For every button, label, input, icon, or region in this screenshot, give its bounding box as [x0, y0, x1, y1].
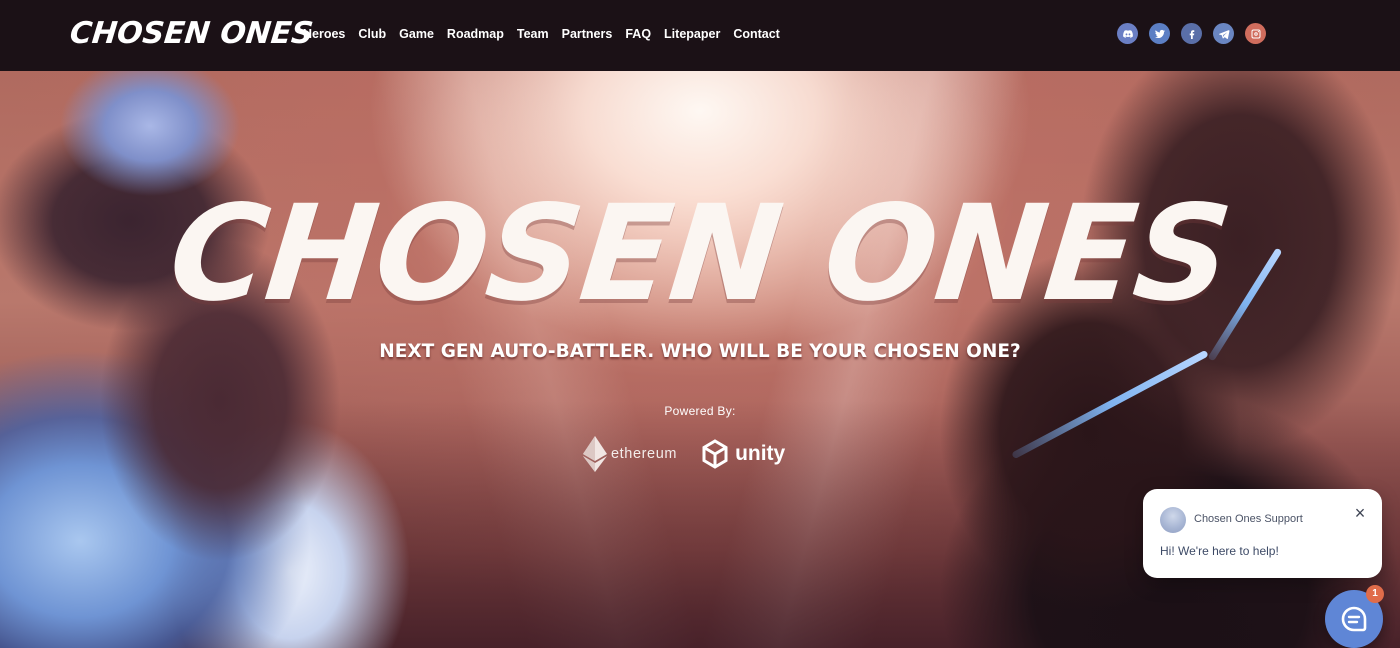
nav-link-partners[interactable]: Partners	[562, 24, 613, 44]
twitter-icon[interactable]	[1149, 23, 1170, 44]
support-avatar	[1160, 507, 1186, 533]
site-logo[interactable]: CHOSEN ONES	[68, 16, 315, 51]
hero-tagline: NEXT GEN AUTO-BATTLER. WHO WILL BE YOUR …	[379, 341, 1021, 362]
hero-title: CHOSEN ONES	[162, 177, 1238, 331]
nav-link-club[interactable]: Club	[358, 24, 386, 44]
powered-by-logos: ethereum unity	[583, 436, 785, 472]
unread-badge: 1	[1366, 585, 1384, 603]
discord-icon[interactable]	[1117, 23, 1138, 44]
support-chat-popup[interactable]: Chosen Ones Support × Hi! We're here to …	[1143, 489, 1382, 578]
nav-link-litepaper[interactable]: Litepaper	[664, 24, 720, 44]
top-navigation-bar: CHOSEN ONES Heroes Club Game Roadmap Tea…	[0, 0, 1400, 71]
close-icon[interactable]: ×	[1351, 504, 1369, 522]
unity-wordmark: unity	[735, 442, 786, 465]
support-greeting: Hi! We're here to help!	[1160, 544, 1279, 558]
main-nav: Heroes Club Game Roadmap Team Partners F…	[303, 24, 793, 44]
ethereum-wordmark: ethereum	[611, 446, 678, 462]
ethereum-logo[interactable]: ethereum	[583, 436, 677, 472]
nav-link-heroes[interactable]: Heroes	[303, 24, 345, 44]
nav-link-game[interactable]: Game	[399, 24, 434, 44]
nav-link-faq[interactable]: FAQ	[625, 24, 651, 44]
unity-icon	[702, 439, 728, 469]
nav-link-roadmap[interactable]: Roadmap	[447, 24, 504, 44]
chat-icon	[1341, 606, 1367, 632]
unity-logo[interactable]: unity	[699, 438, 785, 470]
instagram-icon[interactable]	[1245, 23, 1266, 44]
social-links	[1117, 23, 1266, 44]
telegram-icon[interactable]	[1213, 23, 1234, 44]
nav-link-contact[interactable]: Contact	[733, 24, 780, 44]
ethereum-icon	[583, 436, 607, 472]
nav-link-team[interactable]: Team	[517, 24, 549, 44]
facebook-icon[interactable]	[1181, 23, 1202, 44]
powered-by-label: Powered By:	[664, 404, 736, 418]
support-agent-name: Chosen Ones Support	[1194, 513, 1303, 525]
